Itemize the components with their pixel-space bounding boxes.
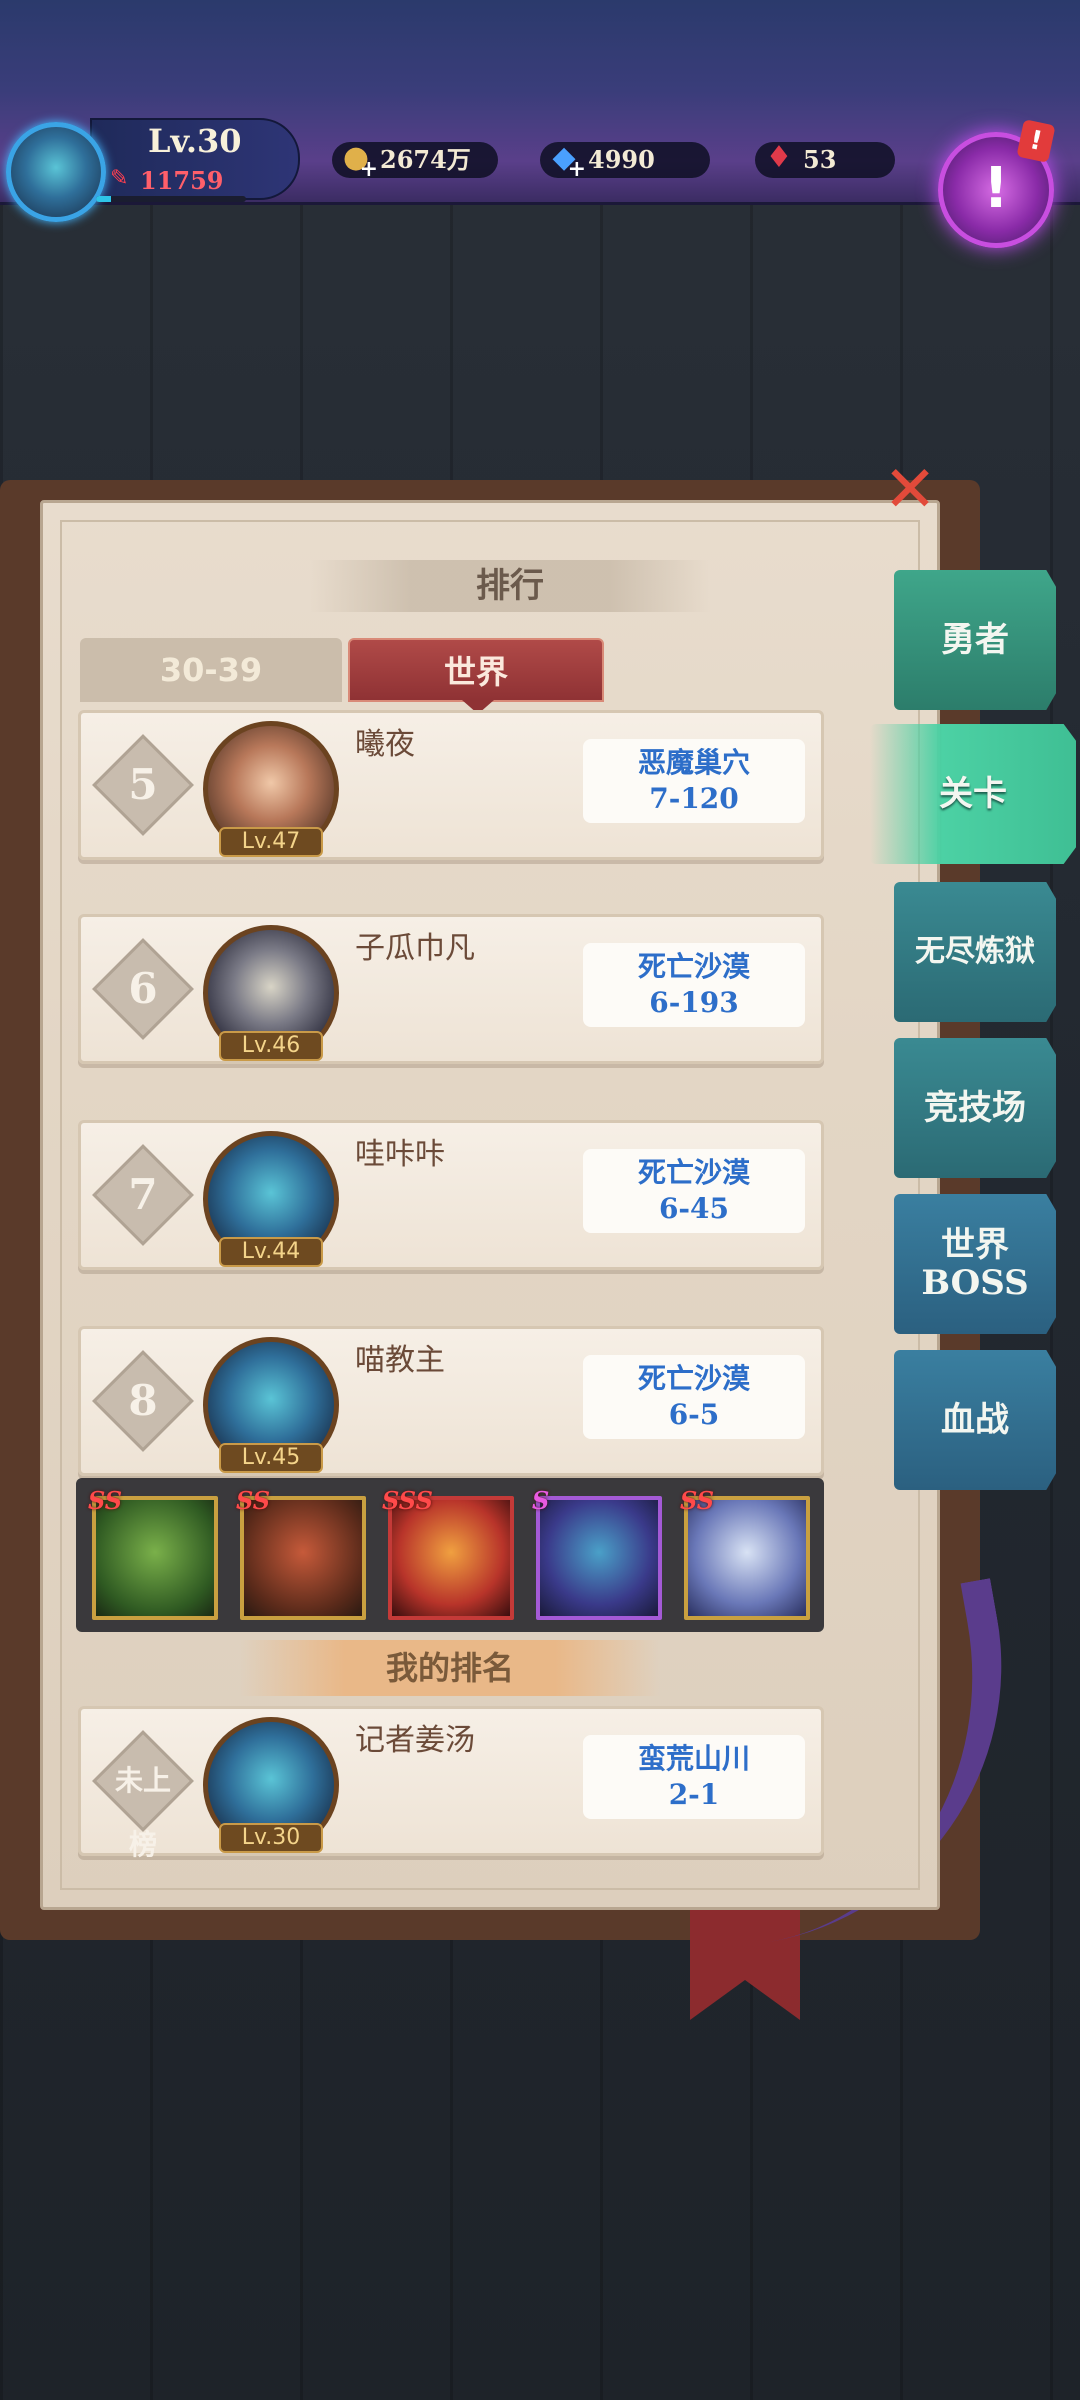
side-tab-stage[interactable]: 关卡 (870, 724, 1076, 864)
gem-amount: 4990 (588, 145, 655, 174)
side-tab-label: 勇者 (941, 620, 1009, 660)
rank-number: 5 (128, 760, 158, 809)
stage-progress: 死亡沙漠 6-193 (583, 943, 805, 1027)
gold-counter[interactable]: ● + 2674万 (332, 140, 498, 180)
ruby-icon: ♦ (765, 140, 793, 175)
side-tab-endless[interactable]: 无尽炼狱 (894, 882, 1056, 1022)
rank-status: 未上榜 (114, 1764, 171, 1861)
player-name: 哇咔咔 (355, 1137, 445, 1172)
side-tab-label: 血战 (941, 1400, 1009, 1440)
ranking-row[interactable]: 5 Lv.47 曦夜 恶魔巢穴 7-120 (78, 710, 824, 860)
tab-world[interactable]: 世界 (348, 638, 604, 702)
side-tab-label: 关卡 (939, 774, 1007, 814)
hero-grade: SSS (382, 1486, 433, 1515)
power-icon: ✎ (110, 166, 129, 191)
rank-number: 7 (128, 1170, 158, 1219)
hero-grade: SS (680, 1486, 715, 1515)
player-avatar[interactable] (6, 122, 106, 222)
hero-grade: SS (88, 1486, 123, 1515)
player-level: Lv.30 (148, 122, 242, 160)
player-name: 记者姜汤 (355, 1723, 475, 1758)
stage-number: 7-120 (649, 782, 739, 815)
stage-name: 死亡沙漠 (637, 1362, 750, 1395)
xp-fill (96, 196, 111, 202)
player-power: 11759 (140, 166, 224, 195)
diamond-icon: ◆ + (552, 140, 586, 182)
ranking-row[interactable]: 6 Lv.46 子瓜巾凡 死亡沙漠 6-193 (78, 914, 824, 1064)
my-rank-title: 我的排名 (240, 1640, 660, 1696)
side-tab-label: BOSS (921, 1263, 1029, 1303)
tab-level-range[interactable]: 30-39 (80, 638, 342, 702)
side-tab-arena[interactable]: 竞技场 (894, 1038, 1056, 1178)
rank-number: 6 (128, 964, 158, 1013)
add-gem-icon: + (567, 156, 586, 182)
side-tab-world-boss[interactable]: 世界 BOSS (894, 1194, 1056, 1334)
stage-name: 死亡沙漠 (637, 950, 750, 983)
stage-number: 6-193 (649, 986, 739, 1019)
ranking-row[interactable]: 8 Lv.45 喵教主 死亡沙漠 6-5 (78, 1326, 824, 1476)
stage-number: 6-5 (668, 1398, 720, 1431)
gold-amount: 2674万 (380, 145, 471, 174)
side-tab-bloodbattle[interactable]: 血战 (894, 1350, 1056, 1490)
level-badge: Lv.45 (219, 1443, 323, 1473)
rank-number: 8 (128, 1376, 158, 1425)
hero-grade: SS (236, 1486, 271, 1515)
stage-name: 死亡沙漠 (637, 1156, 750, 1189)
hero-card-dragon-knight[interactable] (536, 1496, 662, 1620)
side-tab-hero[interactable]: 勇者 (894, 570, 1056, 710)
side-tab-label: 竞技场 (924, 1088, 1026, 1128)
side-tab-label: 世界 (941, 1225, 1009, 1265)
page-title: 排行 (310, 560, 710, 612)
ranking-row[interactable]: 7 Lv.44 哇咔咔 死亡沙漠 6-45 (78, 1120, 824, 1270)
stage-progress: 蛮荒山川 2-1 (583, 1735, 805, 1819)
level-badge: Lv.46 (219, 1031, 323, 1061)
close-icon[interactable]: ✕ (880, 458, 940, 522)
level-badge: Lv.47 (219, 827, 323, 857)
level-badge: Lv.44 (219, 1237, 323, 1267)
player-name: 子瓜巾凡 (355, 931, 475, 966)
xp-bar (96, 196, 246, 202)
player-name: 喵教主 (355, 1343, 445, 1378)
stage-number: 6-45 (658, 1192, 730, 1225)
stage-progress: 死亡沙漠 6-5 (583, 1355, 805, 1439)
add-gold-icon: + (359, 156, 378, 182)
side-tab-label: 无尽炼狱 (915, 934, 1035, 969)
stage-name: 蛮荒山川 (637, 1742, 750, 1775)
hero-grade: S (532, 1486, 550, 1515)
stage-name: 恶魔巢穴 (637, 746, 750, 779)
ruby-counter[interactable]: ♦ 53 (755, 140, 895, 178)
ruby-amount: 53 (803, 145, 837, 174)
gold-icon: ● + (342, 140, 378, 182)
my-ranking-row[interactable]: 未上榜 Lv.30 记者姜汤 蛮荒山川 2-1 (78, 1706, 824, 1861)
level-badge: Lv.30 (219, 1823, 323, 1853)
player-name: 曦夜 (355, 727, 415, 762)
stage-number: 2-1 (668, 1778, 720, 1811)
gem-counter[interactable]: ◆ + 4990 (540, 140, 710, 180)
stage-progress: 死亡沙漠 6-45 (583, 1149, 805, 1233)
stage-progress: 恶魔巢穴 7-120 (583, 739, 805, 823)
